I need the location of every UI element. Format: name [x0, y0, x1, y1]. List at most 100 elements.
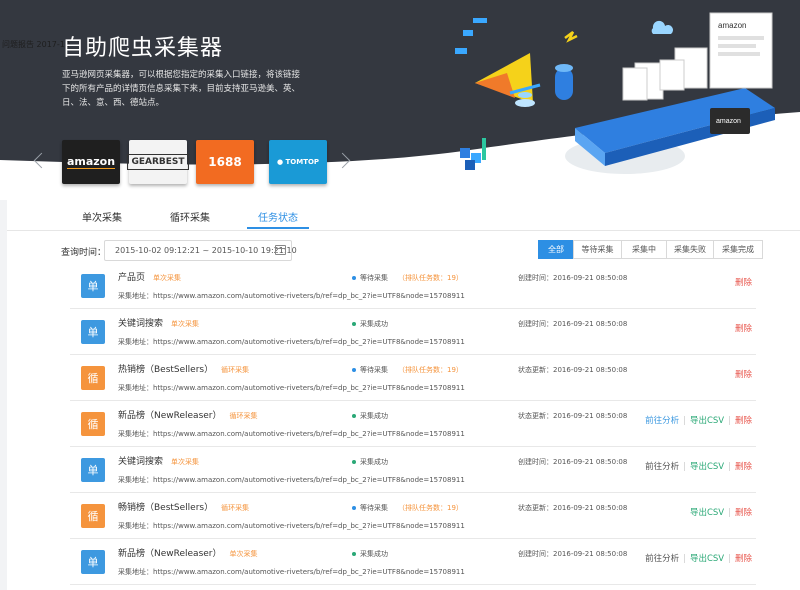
logo-tomtop[interactable]: ● TOMTOP: [269, 140, 327, 184]
task-time: 创建时间：2016-09-21 08:50:08: [518, 320, 628, 328]
delete-link[interactable]: 删除: [735, 508, 752, 518]
task-type-label: 单次采集: [171, 320, 200, 328]
task-time: 创建时间：2016-09-21 08:50:08: [518, 274, 628, 282]
task-address: 采集地址：https://www.amazon.com/automotive-r…: [118, 338, 465, 346]
task-type-label: 循环采集: [221, 366, 250, 374]
delete-link[interactable]: 删除: [735, 324, 752, 334]
analyze-link[interactable]: 前往分析: [645, 462, 679, 472]
task-type-label: 单次采集: [171, 458, 200, 466]
task-address: 采集地址：https://www.amazon.com/automotive-r…: [118, 476, 465, 484]
task-status-text: 等待采集: [360, 366, 388, 374]
task-time: 状态更新：2016-09-21 08:50:08: [518, 366, 628, 374]
task-time: 创建时间：2016-09-21 08:50:08: [518, 550, 628, 558]
task-actions: 删除: [735, 322, 752, 334]
logo-1688-label: 1688: [208, 155, 242, 169]
query-time-label: 查询时间：: [61, 248, 107, 258]
task-row: 单产品页 单次采集 采集地址：https://www.amazon.com/auto…: [70, 262, 756, 309]
logo-1688[interactable]: 1688: [196, 140, 254, 184]
task-panel: 单次采集 循环采集 任务状态 查询时间： 2015-10-02 09:12:21…: [7, 200, 800, 590]
action-separator: |: [728, 554, 731, 564]
status-dot-icon: [352, 506, 356, 510]
task-name-text: 产品页: [118, 273, 146, 283]
task-row: 单关键词搜索 单次采集采集地址：https://www.amazon.com/au…: [70, 308, 756, 355]
task-row: 循 新品榜（NewReleaser） 循环采集采集地址：https://www.am…: [70, 400, 756, 447]
status-dot-icon: [352, 460, 356, 464]
task-actions: 前往分析 | 导出CSV | 删除: [645, 414, 752, 426]
queue-count: （排队任务数：19）: [398, 504, 463, 512]
task-row: 单关键词搜索 单次采集 采集地址：https://www.amazon.com/au…: [70, 446, 756, 493]
task-row: 循 热销榜（BestSellers） 循环采集采集地址：https://www.am…: [70, 354, 756, 401]
task-address: 采集地址：https://www.amazon.com/automotive-r…: [118, 430, 465, 438]
task-name: 新品榜（NewReleaser） 循环采集: [118, 408, 258, 421]
illustration-sign-text: amazon: [716, 118, 741, 125]
filter-all[interactable]: 全部: [538, 240, 574, 259]
task-type-badge: 循: [81, 412, 105, 436]
calendar-icon[interactable]: [275, 245, 286, 255]
action-separator: |: [728, 462, 731, 472]
export-csv-link[interactable]: 导出CSV: [690, 462, 724, 472]
tab-loop-collect[interactable]: 循环采集: [170, 209, 210, 224]
status-filter-group: 全部 等待采集 采集中 采集失败 采集完成: [538, 240, 763, 259]
status-dot-icon: [352, 552, 356, 556]
filter-waiting[interactable]: 等待采集: [573, 240, 622, 259]
action-separator: |: [683, 462, 686, 472]
export-csv-link[interactable]: 导出CSV: [690, 416, 724, 426]
filter-completed[interactable]: 采集完成: [713, 240, 763, 259]
export-csv-link[interactable]: 导出CSV: [690, 554, 724, 564]
task-status-text: 等待采集: [360, 504, 388, 512]
delete-link[interactable]: 删除: [735, 416, 752, 426]
status-dot-icon: [352, 368, 356, 372]
task-name: 热销榜（BestSellers） 循环采集: [118, 362, 249, 375]
task-status: 采集成功: [352, 457, 388, 467]
task-name-text: 新品榜（NewReleaser）: [118, 549, 222, 559]
tab-bar: 单次采集 循环采集 任务状态: [7, 200, 800, 231]
logo-gearbest-label: GEARBEST: [127, 154, 189, 170]
action-separator: |: [728, 416, 731, 426]
active-tab-indicator: [247, 227, 309, 229]
logo-amazon[interactable]: amazon: [62, 140, 120, 184]
task-name: 关键词搜索 单次采集: [118, 454, 199, 467]
task-status: 采集成功: [352, 411, 388, 421]
task-actions: 删除: [735, 368, 752, 380]
task-type-badge: 单: [81, 320, 105, 344]
queue-count: （排队任务数：19）: [398, 274, 463, 282]
delete-link[interactable]: 删除: [735, 370, 752, 380]
task-name: 关键词搜索 单次采集: [118, 316, 199, 329]
status-dot-icon: [352, 414, 356, 418]
task-name: 新品榜（NewReleaser） 单次采集: [118, 546, 258, 559]
task-address: 采集地址：https://www.amazon.com/automotive-r…: [118, 568, 465, 576]
task-status: 等待采集 （排队任务数：19）: [352, 503, 463, 513]
logo-gearbest[interactable]: GEARBEST: [127, 140, 189, 184]
task-name-text: 畅销榜（BestSellers）: [118, 503, 214, 513]
status-dot-icon: [352, 276, 356, 280]
task-type-badge: 循: [81, 366, 105, 390]
task-name: 畅销榜（BestSellers） 循环采集: [118, 500, 249, 513]
task-name-text: 新品榜（NewReleaser）: [118, 411, 222, 421]
task-type-label: 循环采集: [221, 504, 250, 512]
hero-banner: 问题报告 2017-10 自助爬虫采集器 亚马逊网页采集器，可以根据您指定的采集…: [0, 0, 800, 200]
task-status: 等待采集 （排队任务数：19）: [352, 273, 463, 283]
tab-single-collect[interactable]: 单次采集: [82, 209, 122, 224]
action-separator: |: [683, 416, 686, 426]
task-name-text: 关键词搜索: [118, 457, 164, 467]
analyze-link[interactable]: 前往分析: [645, 416, 679, 426]
tab-task-status[interactable]: 任务状态: [258, 209, 298, 224]
delete-link[interactable]: 删除: [735, 554, 752, 564]
isometric-illustration-icon: amazon amazon: [455, 12, 775, 174]
task-name: 产品页 单次采集: [118, 270, 181, 283]
delete-link[interactable]: 删除: [735, 462, 752, 472]
analyze-link[interactable]: 前往分析: [645, 554, 679, 564]
task-address: 采集地址：https://www.amazon.com/automotive-r…: [118, 384, 465, 392]
task-status-text: 采集成功: [360, 458, 388, 466]
logo-tomtop-label: ● TOMTOP: [276, 158, 320, 166]
task-time: 创建时间：2016-09-21 08:50:08: [518, 458, 628, 466]
export-csv-link[interactable]: 导出CSV: [690, 508, 724, 518]
task-status: 采集成功: [352, 549, 388, 559]
filter-failed[interactable]: 采集失败: [666, 240, 714, 259]
action-separator: |: [728, 508, 731, 518]
date-range-input[interactable]: 2015-10-02 09:12:21 ~ 2015-10-10 19:21:1…: [104, 240, 297, 261]
task-row: 循 畅销榜（BestSellers） 循环采集 采集地址：https://www.am…: [70, 492, 756, 539]
task-type-badge: 循: [81, 504, 105, 528]
filter-collecting[interactable]: 采集中: [621, 240, 667, 259]
delete-link[interactable]: 删除: [735, 278, 752, 288]
